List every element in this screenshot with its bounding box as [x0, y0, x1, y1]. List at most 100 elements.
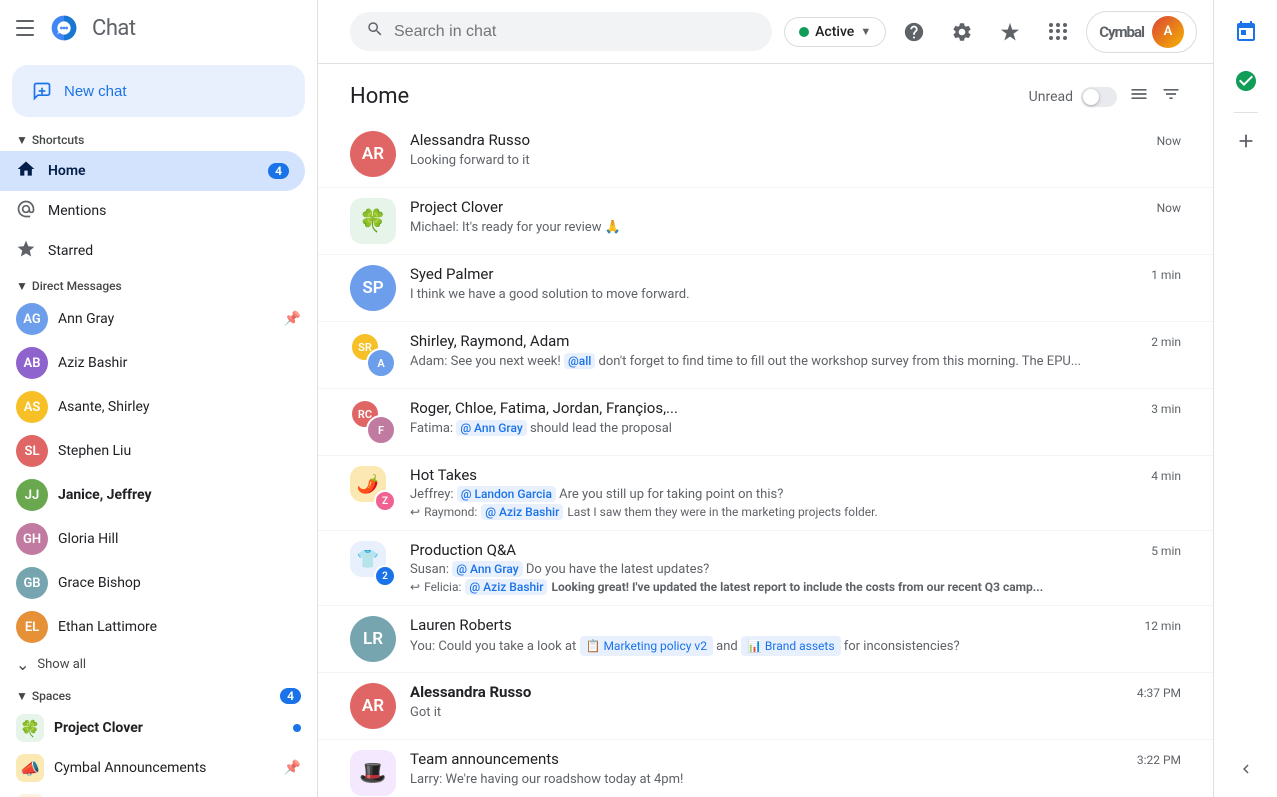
- calendar-icon[interactable]: [1223, 8, 1269, 54]
- chat-item[interactable]: AR Alessandra Russo 4:37 PM Got it: [318, 673, 1213, 740]
- grid-icon: [1049, 23, 1067, 41]
- app-title: Chat: [92, 16, 136, 41]
- chat-name: Project Clover: [410, 198, 503, 216]
- hamburger-menu[interactable]: [12, 16, 36, 40]
- reply-line: ↩ Raymond: @ Aziz Bashir Last I saw them…: [410, 504, 1181, 520]
- chat-item[interactable]: LR Lauren Roberts 12 min You: Could you …: [318, 606, 1213, 673]
- chevron-down-icon: ▼: [860, 25, 871, 38]
- dm-item-aziz-bashir[interactable]: AB Aziz Bashir: [0, 341, 317, 385]
- chat-preview: Michael: It's ready for your review 🙏: [410, 218, 1160, 238]
- chat-body: Hot Takes 4 min Jeffrey: @ Landon Garcia…: [410, 466, 1181, 520]
- group-avatar: SR A: [350, 332, 396, 378]
- space-avatar: 🎩: [350, 750, 396, 796]
- chat-body: Alessandra Russo Now Looking forward to …: [410, 131, 1181, 171]
- list-view-icon[interactable]: [1129, 84, 1149, 109]
- user-avatar: A: [1152, 16, 1184, 48]
- spaces-item-project-clover[interactable]: 🍀 Project Clover: [0, 708, 317, 748]
- chat-item[interactable]: SP Syed Palmer 1 min I think we have a g…: [318, 255, 1213, 322]
- dm-item-ethan-lattimore[interactable]: EL Ethan Lattimore: [0, 605, 317, 649]
- divider: [1234, 112, 1258, 113]
- settings-button[interactable]: [942, 12, 982, 52]
- sidebar-item-mentions[interactable]: Mentions: [0, 191, 305, 231]
- space-icon: 📣: [16, 754, 44, 782]
- dm-item-gloria-hill[interactable]: GH Gloria Hill: [0, 517, 317, 561]
- doc-link: 📋 Marketing policy v2: [580, 636, 713, 656]
- avatar-badge: 2: [374, 565, 396, 587]
- chevron-down-icon: ▼: [16, 279, 28, 293]
- chat-time: Now: [1157, 201, 1181, 215]
- dm-item-grace-bishop[interactable]: GB Grace Bishop: [0, 561, 317, 605]
- dm-section[interactable]: ▼ Direct Messages: [0, 271, 317, 297]
- dm-item-asante-shirley[interactable]: AS Asante, Shirley: [0, 385, 317, 429]
- chat-item[interactable]: SR A Shirley, Raymond, Adam 2 min Adam: …: [318, 322, 1213, 389]
- home-icon: [16, 159, 36, 183]
- avatar: GH: [16, 523, 48, 555]
- search-icon: [366, 20, 384, 43]
- chat-preview: Got it: [410, 703, 1160, 723]
- chat-item[interactable]: 👕 2 Production Q&A 5 min Susan: @ Ann Gr…: [318, 531, 1213, 606]
- avatar-badge: Z: [374, 490, 396, 512]
- avatar: AR: [350, 131, 396, 177]
- help-button[interactable]: [894, 12, 934, 52]
- search-bar[interactable]: [350, 12, 772, 51]
- toggle-knob: [1083, 89, 1099, 105]
- chat-name: Alessandra Russo: [410, 131, 530, 149]
- shortcuts-section[interactable]: ▼ Shortcuts: [0, 125, 317, 151]
- chat-body: Project Clover Now Michael: It's ready f…: [410, 198, 1181, 238]
- chat-name: Production Q&A: [410, 541, 516, 559]
- spaces-item-cymbal[interactable]: 📣 Cymbal Announcements 📌: [0, 748, 317, 788]
- chat-item[interactable]: RC F Roger, Chloe, Fatima, Jordan, Franç…: [318, 389, 1213, 456]
- expand-icon: ⌄: [16, 655, 29, 674]
- chat-name: Hot Takes: [410, 466, 477, 484]
- mention-tag: @ Ann Gray: [456, 420, 526, 436]
- profile-area[interactable]: Cymbal A: [1086, 11, 1197, 53]
- status-button[interactable]: Active ▼: [784, 17, 886, 47]
- unread-toggle[interactable]: Unread: [1029, 87, 1117, 107]
- spaces-item-clover-leads[interactable]: 📎 Clover Leads 📌: [0, 788, 317, 797]
- pin-icon: 📌: [284, 760, 301, 776]
- home-header: Home Unread: [318, 64, 1213, 121]
- chat-body: Lauren Roberts 12 min You: Could you tak…: [410, 616, 1181, 657]
- chat-time: 5 min: [1151, 544, 1181, 558]
- spaces-section[interactable]: ▼ Spaces 4: [0, 680, 317, 708]
- chat-time: 12 min: [1144, 619, 1181, 633]
- dm-item-janice-jeffrey[interactable]: JJ Janice, Jeffrey: [0, 473, 317, 517]
- chat-time: 2 min: [1151, 335, 1181, 349]
- chat-preview: You: Could you take a look at 📋 Marketin…: [410, 636, 1160, 657]
- mention-tag: @ Aziz Bashir: [465, 579, 547, 595]
- search-input[interactable]: [394, 23, 756, 41]
- new-chat-button[interactable]: New chat: [12, 65, 305, 117]
- show-all-dm[interactable]: ⌄ Show all: [0, 649, 317, 680]
- avatar: EL: [16, 611, 48, 643]
- chat-item[interactable]: 🎩 Team announcements 3:22 PM Larry: We'r…: [318, 740, 1213, 797]
- chat-item[interactable]: 🌶️ Z Hot Takes 4 min Jeffrey: @ Landon G…: [318, 456, 1213, 531]
- mentions-icon: [16, 199, 36, 223]
- dm-item-ann-gray[interactable]: AG Ann Gray 📌: [0, 297, 317, 341]
- chat-item[interactable]: AR Alessandra Russo Now Looking forward …: [318, 121, 1213, 188]
- sidebar-item-home[interactable]: Home 4: [0, 151, 305, 191]
- chat-preview: Fatima: @ Ann Gray should lead the propo…: [410, 419, 1160, 439]
- chat-item[interactable]: 🍀 Project Clover Now Michael: It's ready…: [318, 188, 1213, 255]
- toggle-switch[interactable]: [1081, 87, 1117, 107]
- avatar: SL: [16, 435, 48, 467]
- right-bar: [1213, 0, 1277, 797]
- sidebar-item-starred[interactable]: Starred: [0, 231, 305, 271]
- chat-name: Alessandra Russo: [410, 683, 531, 701]
- dm-item-stephen-liu[interactable]: SL Stephen Liu: [0, 429, 317, 473]
- chat-body: Alessandra Russo 4:37 PM Got it: [410, 683, 1181, 723]
- mention-tag: @ Ann Gray: [452, 561, 522, 577]
- chevron-down-icon: ▼: [16, 133, 28, 147]
- chat-preview: Jeffrey: @ Landon Garcia Are you still u…: [410, 486, 1181, 504]
- sparkle-button[interactable]: [990, 12, 1030, 52]
- expand-panel-button[interactable]: [1226, 749, 1266, 789]
- add-button[interactable]: [1226, 121, 1266, 161]
- chat-name: Lauren Roberts: [410, 616, 512, 634]
- app-logo: [44, 8, 84, 48]
- avatar: AR: [350, 683, 396, 729]
- mention-tag: @all: [564, 353, 595, 369]
- chat-name: Roger, Chloe, Fatima, Jordan, Françios,.…: [410, 399, 678, 417]
- filter-icon[interactable]: [1161, 84, 1181, 109]
- tasks-icon[interactable]: [1223, 58, 1269, 104]
- apps-button[interactable]: [1038, 12, 1078, 52]
- star-icon: [16, 239, 36, 263]
